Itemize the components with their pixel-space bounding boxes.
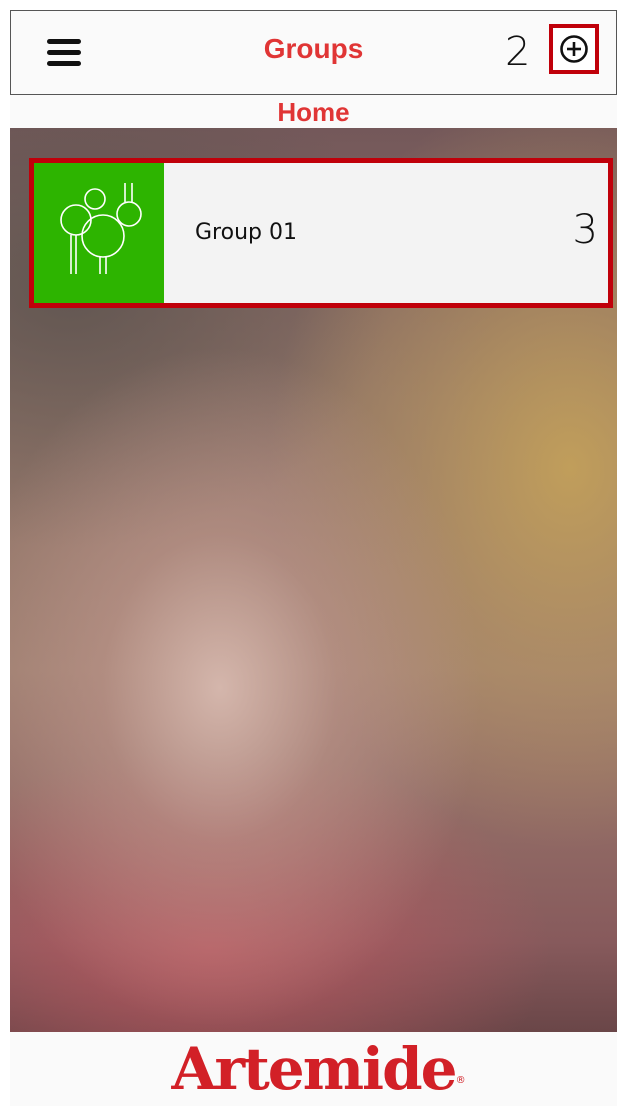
group-list-item[interactable]: Group 01 3 <box>29 158 613 308</box>
annotation-label: 2 <box>505 29 531 75</box>
location-subtitle: Home <box>10 96 617 128</box>
top-bar: Groups 2 <box>10 10 617 95</box>
group-name: Group 01 <box>195 220 297 245</box>
trees-icon <box>60 183 142 274</box>
add-group-button[interactable] <box>549 24 599 74</box>
footer: Artemide ® <box>10 1032 617 1106</box>
group-thumbnail <box>34 163 164 303</box>
app-screen: Groups 2 Home Group 01 3 Artemide ® <box>10 10 617 1106</box>
brand-name: Artemide <box>171 1035 457 1103</box>
plus-circle-icon <box>560 35 588 63</box>
annotation-label: 3 <box>572 207 598 253</box>
brand-logo: Artemide ® <box>171 1035 465 1103</box>
